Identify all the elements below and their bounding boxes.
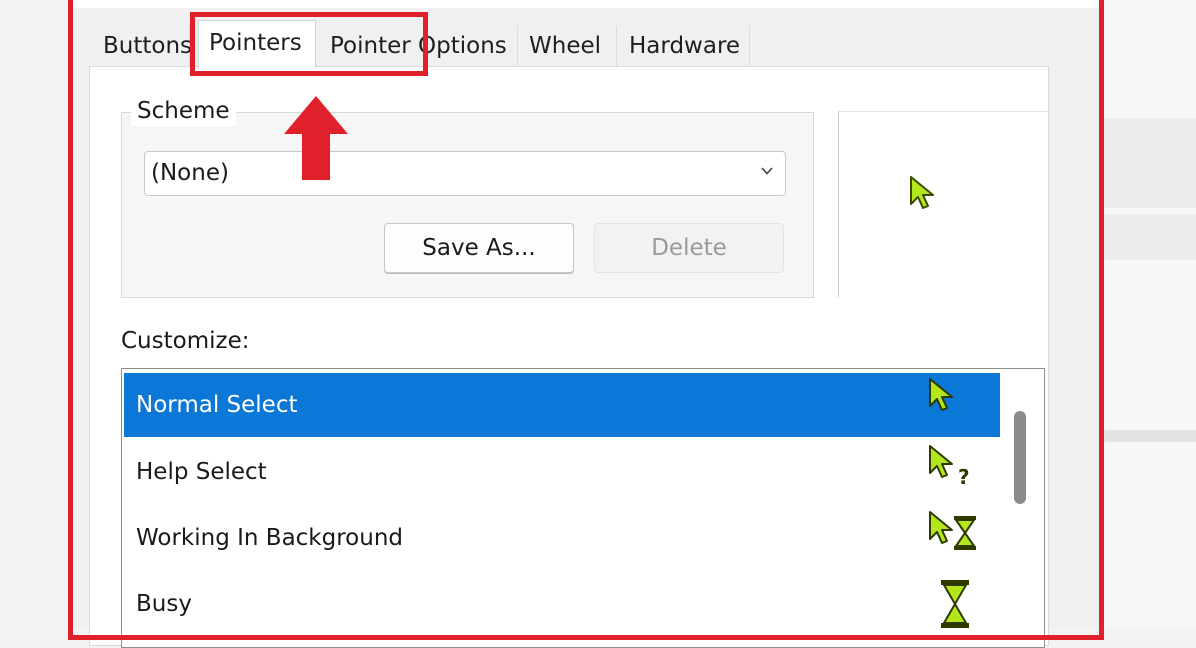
red-arrow-icon — [284, 96, 348, 180]
highlight-frame — [68, 0, 1104, 640]
highlight-box — [190, 12, 428, 76]
background-window — [1104, 0, 1196, 628]
